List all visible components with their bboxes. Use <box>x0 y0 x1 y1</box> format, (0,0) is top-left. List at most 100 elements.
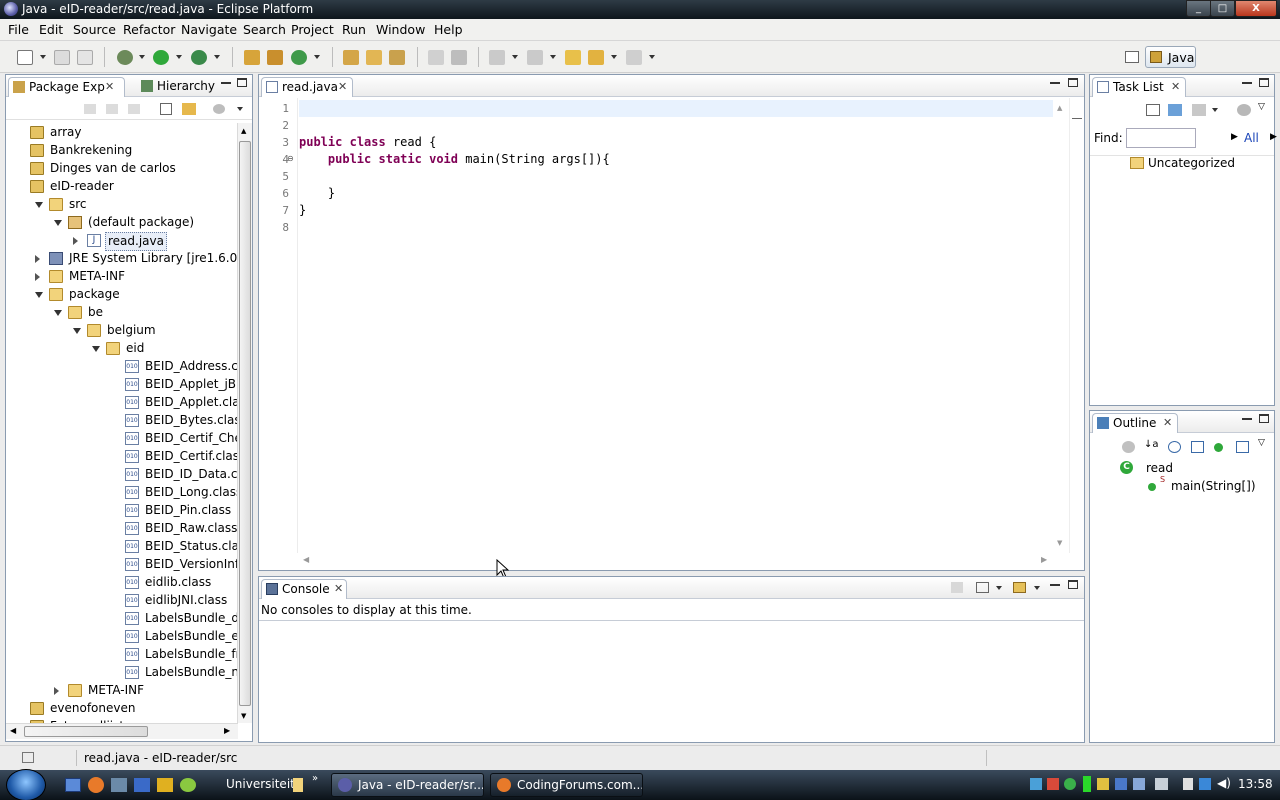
tree-item[interactable]: package <box>6 286 238 304</box>
tree-horizontal-scrollbar[interactable]: ◀ ▶ <box>6 723 238 739</box>
next-annotation-dropdown-icon[interactable] <box>512 55 518 59</box>
tree-item[interactable]: belgium <box>6 322 238 340</box>
toggle-block-icon[interactable] <box>451 50 467 65</box>
tray-icon[interactable] <box>1097 778 1109 790</box>
minimize-view-icon[interactable] <box>1242 82 1252 84</box>
tab-task-list[interactable]: Task List ✕ <box>1092 77 1186 97</box>
scroll-right-icon[interactable]: ▶ <box>224 726 230 735</box>
tree-item[interactable]: Dinges van de carlos <box>6 160 238 178</box>
quicklaunch-overflow-icon[interactable]: » <box>312 773 318 784</box>
tree-item[interactable]: 010 BEID_Bytes.class <box>6 412 238 430</box>
tab-read-java[interactable]: read.java ✕ <box>261 77 353 97</box>
code-line[interactable]: } <box>299 203 306 217</box>
tray-icon[interactable] <box>1047 778 1059 790</box>
tray-icon[interactable] <box>1083 776 1091 792</box>
print-icon[interactable] <box>77 50 93 65</box>
maximize-view-icon[interactable] <box>1068 580 1078 589</box>
menu-file[interactable]: File <box>8 22 29 37</box>
tree-item[interactable]: 010 BEID_VersionInfo.cla <box>6 556 238 574</box>
network-icon[interactable] <box>1199 778 1211 790</box>
tree-item[interactable]: 010 eidlibJNI.class <box>6 592 238 610</box>
open-console-icon[interactable] <box>1013 582 1026 593</box>
open-type-icon[interactable] <box>343 50 359 65</box>
view-menu-dropdown-icon[interactable]: ▽ <box>1258 102 1265 112</box>
scroll-left-icon[interactable]: ◀ <box>10 726 16 735</box>
maximize-view-icon[interactable] <box>1259 414 1269 423</box>
tab-outline[interactable]: Outline ✕ <box>1092 413 1178 433</box>
menu-navigate[interactable]: Navigate <box>181 22 237 37</box>
previous-annotation-icon[interactable] <box>527 50 543 65</box>
close-icon[interactable]: ✕ <box>105 78 114 96</box>
tree-item[interactable]: META-INF <box>6 268 238 286</box>
tree-item[interactable]: 010 BEID_Applet_jButton <box>6 376 238 394</box>
hide-nonpublic-icon[interactable] <box>1191 441 1204 453</box>
link-icon[interactable] <box>1236 441 1249 453</box>
maximize-view-icon[interactable] <box>1259 78 1269 87</box>
display-console-dropdown-icon[interactable] <box>996 586 1002 590</box>
all-link[interactable]: All <box>1244 131 1259 145</box>
close-icon[interactable]: ✕ <box>334 580 343 598</box>
taskbar-button-eclipse[interactable]: Java - eID-reader/sr... <box>331 773 484 797</box>
synchronize-icon[interactable] <box>1168 104 1182 116</box>
tree-item[interactable]: 010 BEID_ID_Data.class <box>6 466 238 484</box>
clock[interactable]: 13:58 <box>1238 777 1273 791</box>
hide-static-icon[interactable] <box>1168 441 1181 453</box>
menu-source[interactable]: Source <box>73 22 116 37</box>
menu-refactor[interactable]: Refactor <box>123 22 175 37</box>
new-dropdown-icon[interactable] <box>40 55 46 59</box>
tree-item[interactable]: 010 BEID_Long.class <box>6 484 238 502</box>
tray-icon[interactable] <box>1183 778 1193 790</box>
fold-collapse-icon[interactable]: ⊖ <box>287 154 294 163</box>
view-menu-dropdown-icon[interactable] <box>237 107 243 111</box>
back-icon[interactable] <box>84 104 96 114</box>
start-button[interactable] <box>6 769 46 800</box>
forward-icon[interactable] <box>626 50 642 65</box>
run-icon[interactable] <box>153 50 169 65</box>
quick-launch-icon[interactable] <box>180 778 196 792</box>
tree-item[interactable]: Bankrekening <box>6 142 238 160</box>
tree-item[interactable]: 010 BEID_Address.class <box>6 358 238 376</box>
pin-console-icon[interactable] <box>951 582 963 593</box>
outline-class-read[interactable]: read <box>1146 461 1173 475</box>
external-tools-dropdown-icon[interactable] <box>214 55 220 59</box>
tray-icon[interactable] <box>1155 778 1168 790</box>
category-uncategorized[interactable]: Uncategorized <box>1148 156 1235 170</box>
tree-item[interactable]: eID-reader <box>6 178 238 196</box>
tree-item[interactable]: 010 LabelsBundle_en.cla <box>6 628 238 646</box>
menu-window[interactable]: Window <box>376 22 425 37</box>
forward-icon[interactable] <box>106 104 118 114</box>
tray-icon[interactable] <box>1115 778 1127 790</box>
minimize-button[interactable]: _ <box>1186 0 1211 17</box>
open-resource-icon[interactable] <box>366 50 382 65</box>
scroll-up-icon[interactable]: ▲ <box>241 127 246 135</box>
scroll-down-icon[interactable]: ▼ <box>241 712 246 720</box>
collapsed-arrow-icon[interactable] <box>73 237 78 245</box>
tree-item[interactable]: src <box>6 196 238 214</box>
tree-vertical-scrollbar[interactable]: ▲ ▼ <box>237 123 252 723</box>
tree-item[interactable]: 010 BEID_Certif.class <box>6 448 238 466</box>
fast-view-icon[interactable] <box>22 752 34 763</box>
quick-launch-icon[interactable] <box>157 778 173 792</box>
code-line[interactable]: public static void main(String args[]){ <box>299 152 610 166</box>
scroll-right-icon[interactable]: ▶ <box>1041 555 1047 564</box>
debug-icon[interactable] <box>117 50 133 65</box>
back-icon[interactable] <box>588 50 604 65</box>
debug-dropdown-icon[interactable] <box>139 55 145 59</box>
quicklaunch-label[interactable]: Universiteit <box>226 777 295 791</box>
new-java-project-icon[interactable] <box>244 50 260 65</box>
menu-run[interactable]: Run <box>342 22 366 37</box>
scroll-up-icon[interactable]: ▲ <box>1057 104 1062 112</box>
minimize-view-icon[interactable] <box>221 82 231 84</box>
menu-search[interactable]: Search <box>243 22 286 37</box>
show-desktop-icon[interactable] <box>65 778 81 792</box>
tree-item[interactable]: 010 BEID_Pin.class <box>6 502 238 520</box>
menu-project[interactable]: Project <box>291 22 334 37</box>
expanded-arrow-icon[interactable] <box>54 310 62 316</box>
editor-horizontal-scrollbar[interactable]: ◀ ▶ <box>299 553 1053 569</box>
minimize-view-icon[interactable] <box>1242 418 1252 420</box>
toggle-mark-icon[interactable] <box>428 50 444 65</box>
forward-dropdown-icon[interactable] <box>649 55 655 59</box>
expanded-arrow-icon[interactable] <box>73 328 81 334</box>
editor-vertical-scrollbar[interactable]: ▲ ▼ <box>1053 98 1069 553</box>
tree-item[interactable]: evenofoneven <box>6 700 238 718</box>
